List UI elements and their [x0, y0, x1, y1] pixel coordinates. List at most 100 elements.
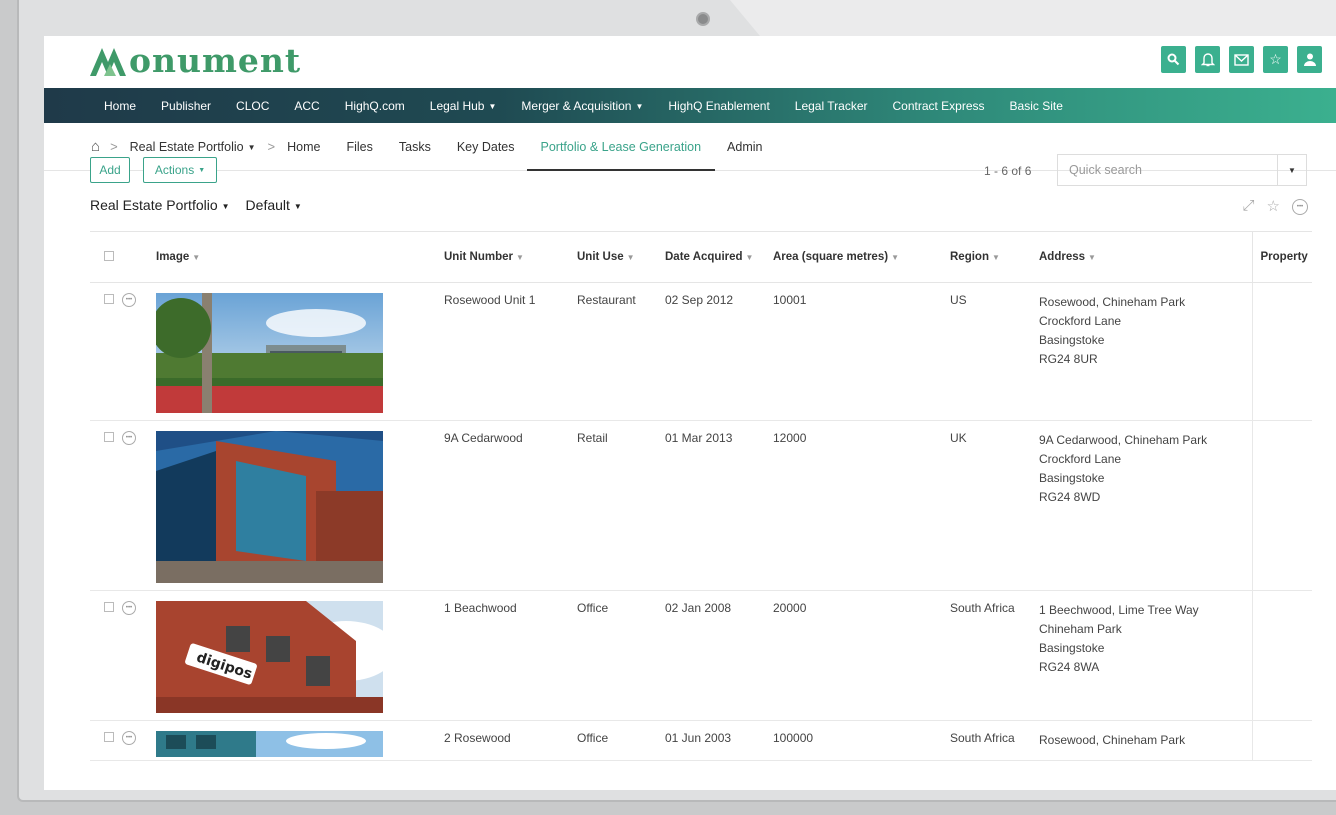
- view-selector[interactable]: Default ▼: [246, 197, 302, 213]
- sort-icon: ▼: [1088, 253, 1096, 262]
- topnav-item[interactable]: Legal Hub ▼: [430, 99, 497, 113]
- expand-icon[interactable]: ⤢: [1243, 197, 1255, 215]
- webcam-icon: [696, 12, 710, 26]
- monument-logo-icon: [90, 48, 126, 76]
- actions-button[interactable]: Actions ▼: [143, 157, 217, 183]
- row-checkbox[interactable]: [104, 602, 114, 612]
- table-row[interactable]: ••• 2 Rosewood Office 01 Jun 2003 100000 Sout…: [90, 720, 1312, 761]
- app-screen: onument ☆ Home Publisher CLOC ACC HighQ.com L…: [44, 36, 1336, 790]
- brand-name: onument: [129, 41, 302, 80]
- topnav-item[interactable]: Publisher: [161, 99, 211, 113]
- topnav-item[interactable]: Contract Express: [892, 99, 984, 113]
- date-acquired-cell: 01 Jun 2003: [657, 720, 765, 761]
- property-photo: [156, 731, 383, 757]
- topnav-item[interactable]: Legal Tracker: [795, 99, 868, 113]
- bell-icon[interactable]: [1195, 46, 1220, 73]
- area-cell: 20000: [765, 590, 942, 721]
- property-photo: [156, 293, 383, 413]
- address-cell: 9A Cedarwood, Chineham Park Crockford Lan…: [1031, 420, 1252, 591]
- site-selector[interactable]: Real Estate Portfolio ▼: [130, 140, 256, 154]
- unit-number-cell[interactable]: 9A Cedarwood: [436, 420, 569, 591]
- column-header[interactable]: Address ▼: [1031, 231, 1252, 283]
- sort-icon: ▼: [516, 253, 524, 262]
- column-header[interactable]: Unit Use ▼: [569, 231, 657, 283]
- region-cell: US: [942, 282, 1031, 421]
- topnav-item[interactable]: HighQ Enablement: [668, 99, 769, 113]
- subnav-tab[interactable]: Key Dates: [457, 140, 515, 154]
- home-icon[interactable]: ⌂: [91, 138, 100, 155]
- subnav-tab[interactable]: Home: [287, 140, 320, 154]
- unit-number-cell[interactable]: 2 Rosewood: [436, 720, 569, 761]
- topnav-item[interactable]: CLOC: [236, 99, 269, 113]
- subnav-tab[interactable]: Files: [346, 140, 372, 154]
- subnav-tab[interactable]: Tasks: [399, 140, 431, 154]
- column-header[interactable]: Region ▼: [942, 231, 1031, 283]
- column-header[interactable]: Image ▼: [148, 231, 436, 283]
- unit-number-cell[interactable]: 1 Beachwood: [436, 590, 569, 721]
- row-more-icon[interactable]: •••: [122, 731, 136, 745]
- image-cell: [148, 720, 436, 761]
- row-checkbox[interactable]: [104, 732, 114, 742]
- unit-number-cell[interactable]: Rosewood Unit 1: [436, 282, 569, 421]
- select-all-checkbox[interactable]: [104, 250, 114, 261]
- column-header[interactable]: Property: [1251, 231, 1312, 283]
- topnav-item[interactable]: ACC: [294, 99, 319, 113]
- area-cell: 12000: [765, 420, 942, 591]
- register-selector[interactable]: Real Estate Portfolio ▼: [90, 197, 230, 213]
- add-button[interactable]: Add: [90, 157, 130, 183]
- star-icon[interactable]: ☆: [1263, 46, 1288, 73]
- subnav-tab[interactable]: Admin: [727, 140, 762, 154]
- bezel-reflection: [730, 0, 1336, 36]
- topnav-item[interactable]: Merger & Acquisition ▼: [521, 99, 643, 113]
- mail-icon[interactable]: [1229, 46, 1254, 73]
- pagination-count: 1 - 6 of 6: [984, 164, 1032, 178]
- more-options-icon[interactable]: •••: [1292, 199, 1308, 215]
- column-header[interactable]: Date Acquired ▼: [657, 231, 765, 283]
- image-cell: digipos: [148, 590, 436, 721]
- image-cell: [148, 420, 436, 591]
- search-options-dropdown[interactable]: ▼: [1277, 154, 1307, 186]
- row-more-icon[interactable]: •••: [122, 601, 136, 615]
- search-icon[interactable]: [1161, 46, 1186, 73]
- unit-use-cell: Retail: [569, 420, 657, 591]
- region-cell: South Africa: [942, 720, 1031, 761]
- image-cell: [148, 282, 436, 421]
- caret-down-icon: ▼: [198, 166, 206, 174]
- topnav-item[interactable]: Basic Site: [1010, 99, 1063, 113]
- table-row[interactable]: ••• Rosewood Unit 1 Restaurant 02 Sep 2012 1…: [90, 282, 1312, 421]
- row-checkbox[interactable]: [104, 432, 114, 442]
- row-more-icon[interactable]: •••: [122, 431, 136, 445]
- address-line: Basingstoke: [1039, 641, 1105, 655]
- table-row[interactable]: ••• 9A Cedarwood Retail 01 Mar 2013 12000 UK 9…: [90, 420, 1312, 591]
- address-cell: 1 Beechwood, Lime Tree Way Chineham Park B…: [1031, 590, 1252, 721]
- date-acquired-cell: 01 Mar 2013: [657, 420, 765, 591]
- region-cell: South Africa: [942, 590, 1031, 721]
- address-line: 9A Cedarwood, Chineham Park: [1039, 433, 1208, 447]
- address-line: RG24 8WD: [1039, 490, 1101, 504]
- table-row[interactable]: ••• digipos 1 Beachwood Office 02 Jan 2008 20…: [90, 590, 1312, 721]
- top-navigation: Home Publisher CLOC ACC HighQ.com Legal Hub ▼ M…: [44, 88, 1336, 123]
- quick-search-input[interactable]: Quick search: [1057, 154, 1278, 186]
- column-header[interactable]: Area (square metres) ▼: [765, 231, 942, 283]
- topnav-item[interactable]: HighQ.com: [345, 99, 405, 113]
- row-checkbox[interactable]: [104, 294, 114, 304]
- address-cell: Rosewood, Chineham Park: [1031, 720, 1252, 761]
- topnav-item[interactable]: Home: [104, 99, 136, 113]
- favorite-icon[interactable]: ☆: [1267, 197, 1280, 215]
- address-line: Chineham Park: [1039, 622, 1122, 636]
- sort-icon: ▼: [192, 253, 201, 262]
- sort-icon: ▼: [991, 253, 1000, 262]
- address-line: Rosewood, Chineham Park: [1039, 295, 1186, 309]
- address-line: Rosewood, Chineham Park: [1039, 733, 1186, 747]
- unit-use-cell: Office: [569, 590, 657, 721]
- unit-use-cell: Restaurant: [569, 282, 657, 421]
- column-header[interactable]: Unit Number ▼: [436, 231, 569, 283]
- address-line: Basingstoke: [1039, 471, 1105, 485]
- row-more-icon[interactable]: •••: [122, 293, 136, 307]
- property-cell: [1251, 282, 1312, 421]
- subnav-tab[interactable]: Portfolio & Lease Generation: [526, 140, 715, 171]
- user-icon[interactable]: [1297, 46, 1322, 73]
- brand-logo[interactable]: onument: [90, 44, 301, 78]
- row-select-cell: •••: [90, 720, 148, 761]
- unit-use-cell: Office: [569, 720, 657, 761]
